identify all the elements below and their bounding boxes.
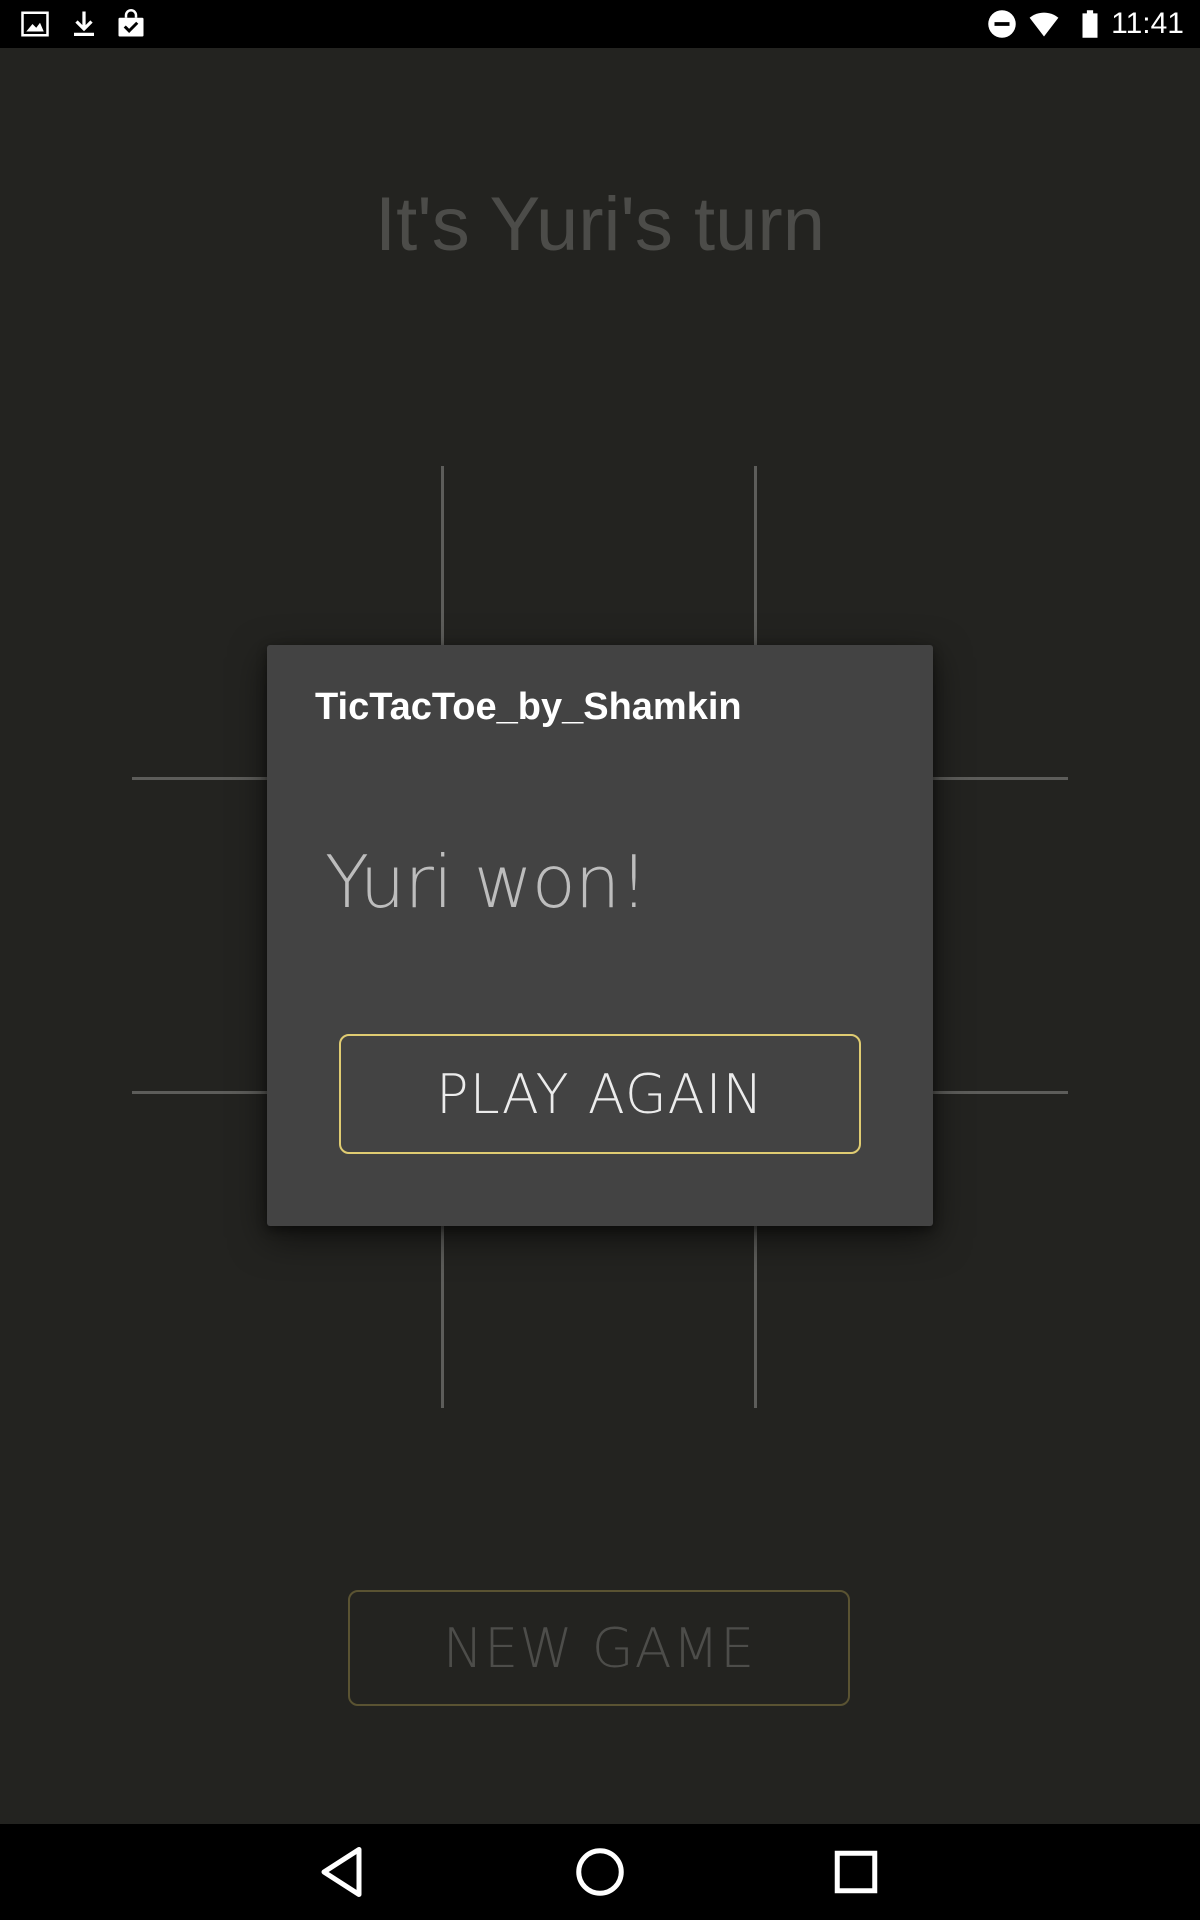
back-icon[interactable] [314, 1842, 374, 1902]
image-icon [21, 11, 49, 37]
do-not-disturb-icon [988, 10, 1016, 38]
wifi-icon [1029, 12, 1059, 37]
store-bag-icon [118, 9, 144, 37]
turn-indicator: It's Yuri's turn [374, 182, 826, 267]
screen: 11:41 It's Yuri's turn NEW GAME TicTacTo… [0, 0, 1200, 1920]
play-again-button[interactable]: PLAY AGAIN [339, 1034, 861, 1154]
recents-icon[interactable] [826, 1842, 886, 1902]
dialog-title: TicTacToe_by_Shamkin [315, 686, 742, 728]
download-icon [74, 11, 94, 36]
new-game-button[interactable]: NEW GAME [348, 1590, 850, 1706]
battery-icon [1082, 10, 1098, 38]
home-icon[interactable] [570, 1842, 630, 1902]
status-bar: 11:41 [0, 0, 1200, 48]
game-over-dialog: TicTacToe_by_Shamkin Yuri won! PLAY AGAI… [267, 645, 933, 1226]
status-time: 11:41 [1111, 7, 1184, 40]
dialog-message: Yuri won! [325, 840, 648, 924]
navigation-bar [0, 1824, 1200, 1920]
